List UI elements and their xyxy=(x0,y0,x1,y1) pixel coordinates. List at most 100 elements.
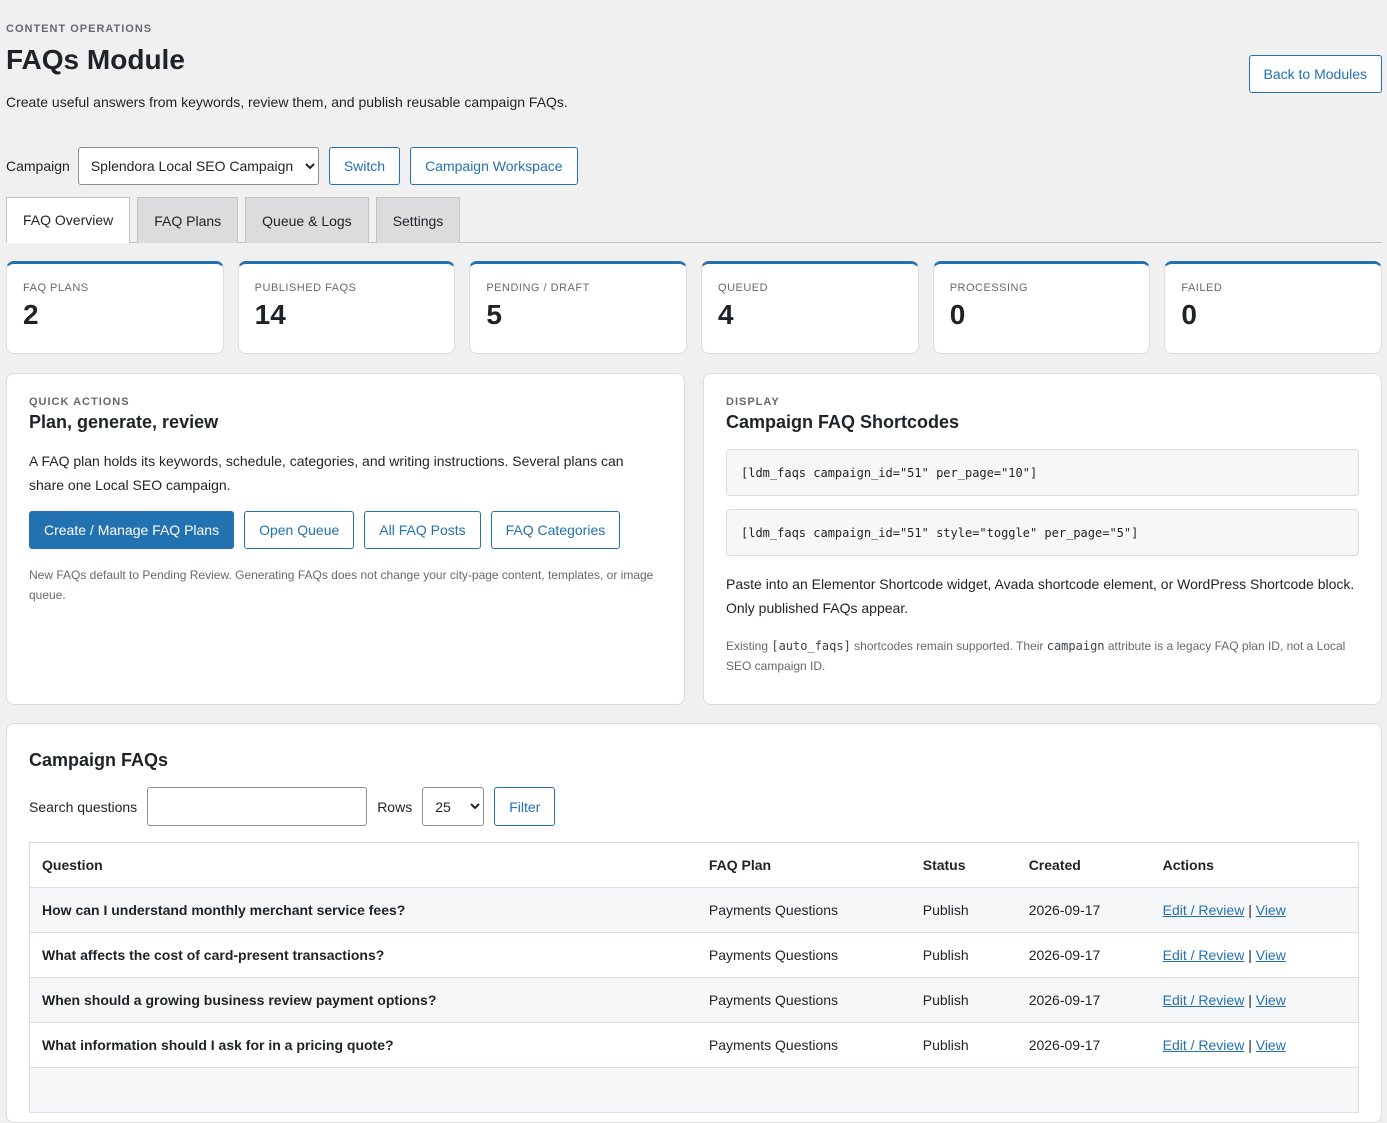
table-row: What affects the cost of card-present tr… xyxy=(29,932,1359,978)
display-panel: DISPLAY Campaign FAQ Shortcodes [ldm_faq… xyxy=(703,373,1382,705)
stat-card-faq-plans: FAQ PLANS 2 xyxy=(6,261,224,354)
rows-select[interactable]: 25 xyxy=(422,787,485,826)
page-description: Create useful answers from keywords, rev… xyxy=(6,94,568,110)
panel-eyebrow: DISPLAY xyxy=(726,396,780,408)
panel-body: A FAQ plan holds its keywords, schedule,… xyxy=(29,453,624,493)
action-separator: | xyxy=(1248,1037,1252,1053)
column-header-faq-plan: FAQ Plan xyxy=(696,842,911,888)
column-header-actions: Actions xyxy=(1150,842,1359,888)
column-header-status: Status xyxy=(910,842,1017,888)
panel-note: Existing [auto_faqs] shortcodes remain s… xyxy=(726,636,1359,676)
table-row: How can I understand monthly merchant se… xyxy=(29,887,1359,933)
shortcode-box-toggle[interactable]: [ldm_faqs campaign_id="51" style="toggle… xyxy=(726,509,1359,556)
stat-card-queued: QUEUED 4 xyxy=(701,261,919,354)
cell-created: 2026-09-17 xyxy=(1016,932,1151,978)
edit-review-link[interactable]: Edit / Review xyxy=(1163,1037,1245,1053)
rows-label: Rows xyxy=(377,798,413,815)
panel-eyebrow: QUICK ACTIONS xyxy=(29,396,130,408)
shortcode-box[interactable]: [ldm_faqs campaign_id="51" per_page="10"… xyxy=(726,449,1359,496)
cell-faq-plan: Payments Questions xyxy=(696,932,911,978)
stat-card-processing: PROCESSING 0 xyxy=(932,261,1151,354)
cell-actions: Edit / Review | View xyxy=(1150,1022,1359,1068)
panel-note: New FAQs default to Pending Review. Gene… xyxy=(29,568,654,602)
edit-review-link[interactable]: Edit / Review xyxy=(1163,902,1245,918)
section-eyebrow: CONTENT OPERATIONS xyxy=(6,23,153,35)
search-label: Search questions xyxy=(29,798,138,815)
cell-actions xyxy=(1150,1067,1359,1113)
cell-status: Publish xyxy=(910,932,1017,978)
view-link[interactable]: View xyxy=(1256,902,1286,918)
edit-review-link[interactable]: Edit / Review xyxy=(1163,992,1245,1008)
faq-table: Question FAQ Plan Status Created Actions… xyxy=(29,842,1359,1113)
stat-card-published-faqs: PUBLISHED FAQS 14 xyxy=(237,261,456,354)
switch-button[interactable]: Switch xyxy=(328,147,401,185)
create-manage-faq-plans-button[interactable]: Create / Manage FAQ Plans xyxy=(29,511,235,549)
open-queue-button[interactable]: Open Queue xyxy=(244,511,355,549)
stat-value: 2 xyxy=(23,299,39,330)
panel-title: Campaign FAQ Shortcodes xyxy=(726,412,960,432)
faq-categories-button[interactable]: FAQ Categories xyxy=(490,511,621,549)
note-code-auto-faqs: [auto_faqs] xyxy=(771,639,851,653)
campaign-faqs-panel: Campaign FAQs Search questions Rows 25 F… xyxy=(6,723,1382,1123)
tab-settings[interactable]: Settings xyxy=(375,197,461,243)
column-header-question: Question xyxy=(29,842,697,888)
filter-button[interactable]: Filter xyxy=(494,787,556,826)
stat-value: 4 xyxy=(718,299,734,330)
stat-label: PROCESSING xyxy=(949,282,1029,294)
cell-created xyxy=(1016,1067,1151,1113)
cell-status xyxy=(910,1067,1017,1113)
action-separator: | xyxy=(1248,992,1252,1008)
note-text: Existing xyxy=(726,639,772,653)
cell-status: Publish xyxy=(910,1022,1017,1068)
action-separator: | xyxy=(1248,947,1252,963)
cell-actions: Edit / Review | View xyxy=(1150,932,1359,978)
campaign-label: Campaign xyxy=(6,158,70,174)
view-link[interactable]: View xyxy=(1256,992,1286,1008)
campaign-workspace-button[interactable]: Campaign Workspace xyxy=(410,147,578,185)
cell-question xyxy=(29,1067,697,1113)
cell-created: 2026-09-17 xyxy=(1016,1022,1151,1068)
stat-card-pending-draft: PENDING / DRAFT 5 xyxy=(469,261,688,354)
campaign-select[interactable]: Splendora Local SEO Campaign xyxy=(77,147,319,185)
cell-question: When should a growing business review pa… xyxy=(29,977,697,1023)
stat-label: QUEUED xyxy=(718,282,769,294)
column-header-created: Created xyxy=(1016,842,1151,888)
search-questions-input[interactable] xyxy=(147,787,368,826)
stat-label: PUBLISHED FAQS xyxy=(254,282,357,294)
page-title: FAQs Module xyxy=(6,44,185,75)
edit-review-link[interactable]: Edit / Review xyxy=(1163,947,1245,963)
cell-faq-plan: Payments Questions xyxy=(696,887,911,933)
cell-actions: Edit / Review | View xyxy=(1150,887,1359,933)
back-to-modules-button[interactable]: Back to Modules xyxy=(1248,55,1382,93)
stat-label: FAILED xyxy=(1181,282,1223,294)
table-row xyxy=(29,1067,1359,1113)
tab-faq-overview[interactable]: FAQ Overview xyxy=(6,197,131,243)
quick-actions-panel: QUICK ACTIONS Plan, generate, review A F… xyxy=(6,373,685,705)
tab-faq-plans[interactable]: FAQ Plans xyxy=(137,197,239,243)
cell-status: Publish xyxy=(910,887,1017,933)
action-separator: | xyxy=(1248,902,1252,918)
panel-body: Paste into an Elementor Shortcode widget… xyxy=(726,576,1355,616)
cell-faq-plan xyxy=(696,1067,911,1113)
view-link[interactable]: View xyxy=(1256,1037,1286,1053)
campaign-switcher: Campaign Splendora Local SEO Campaign Sw… xyxy=(6,147,578,185)
all-faq-posts-button[interactable]: All FAQ Posts xyxy=(364,511,481,549)
cell-actions: Edit / Review | View xyxy=(1150,977,1359,1023)
cell-question: How can I understand monthly merchant se… xyxy=(29,887,697,933)
stat-label: FAQ PLANS xyxy=(23,282,89,294)
tab-bar: FAQ Overview FAQ Plans Queue & Logs Sett… xyxy=(6,197,1382,243)
cell-created: 2026-09-17 xyxy=(1016,887,1151,933)
note-text: shortcodes remain supported. Their xyxy=(850,639,1047,653)
stat-card-failed: FAILED 0 xyxy=(1164,261,1383,354)
stats-row: FAQ PLANS 2 PUBLISHED FAQS 14 PENDING / … xyxy=(6,261,1383,354)
tab-queue-logs[interactable]: Queue & Logs xyxy=(245,197,369,243)
cell-question: What affects the cost of card-present tr… xyxy=(29,932,697,978)
cell-faq-plan: Payments Questions xyxy=(696,977,911,1023)
table-header-row: Question FAQ Plan Status Created Actions xyxy=(29,842,1359,888)
panel-title: Campaign FAQs xyxy=(29,750,169,770)
cell-status: Publish xyxy=(910,977,1017,1023)
table-row: What information should I ask for in a p… xyxy=(29,1022,1359,1068)
table-row: When should a growing business review pa… xyxy=(29,977,1359,1023)
view-link[interactable]: View xyxy=(1256,947,1286,963)
stat-value: 0 xyxy=(949,299,966,330)
